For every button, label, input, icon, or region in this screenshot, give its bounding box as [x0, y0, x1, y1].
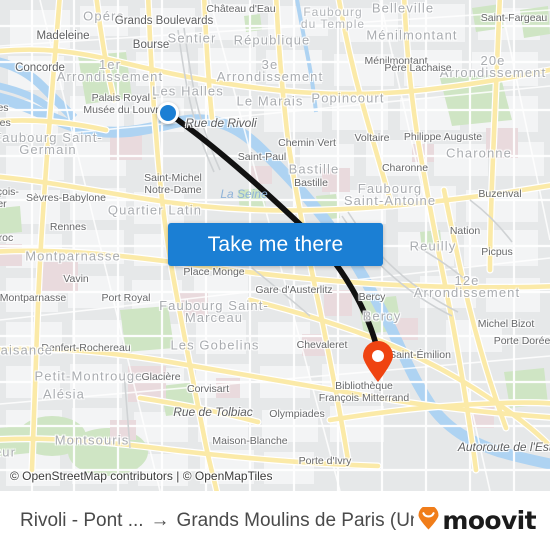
map-attribution[interactable]: © OpenStreetMap contributors | © OpenMap…	[10, 469, 272, 483]
origin-label: Rivoli - Pont ...	[20, 509, 144, 531]
destination-label: Grands Moulins de Paris (Université…	[176, 509, 415, 531]
moovit-map-screen: Opéra Grands Boulevards Château d'Eau Belle…	[0, 0, 550, 550]
moovit-pin-icon	[418, 504, 439, 535]
route-summary: Rivoli - Pont ... → Grands Moulins de Pa…	[20, 510, 414, 532]
map-canvas[interactable]: Opéra Grands Boulevards Château d'Eau Belle…	[0, 0, 550, 491]
footer-bar: Rivoli - Pont ... → Grands Moulins de Pa…	[0, 491, 550, 550]
moovit-logo[interactable]: moovit	[418, 504, 537, 535]
moovit-wordmark: moovit	[442, 506, 536, 535]
origin-dot-icon[interactable]	[157, 102, 179, 124]
take-me-there-button[interactable]: Take me there	[168, 223, 383, 266]
destination-pin-icon[interactable]	[362, 341, 394, 383]
arrow-right-icon: →	[150, 510, 170, 531]
